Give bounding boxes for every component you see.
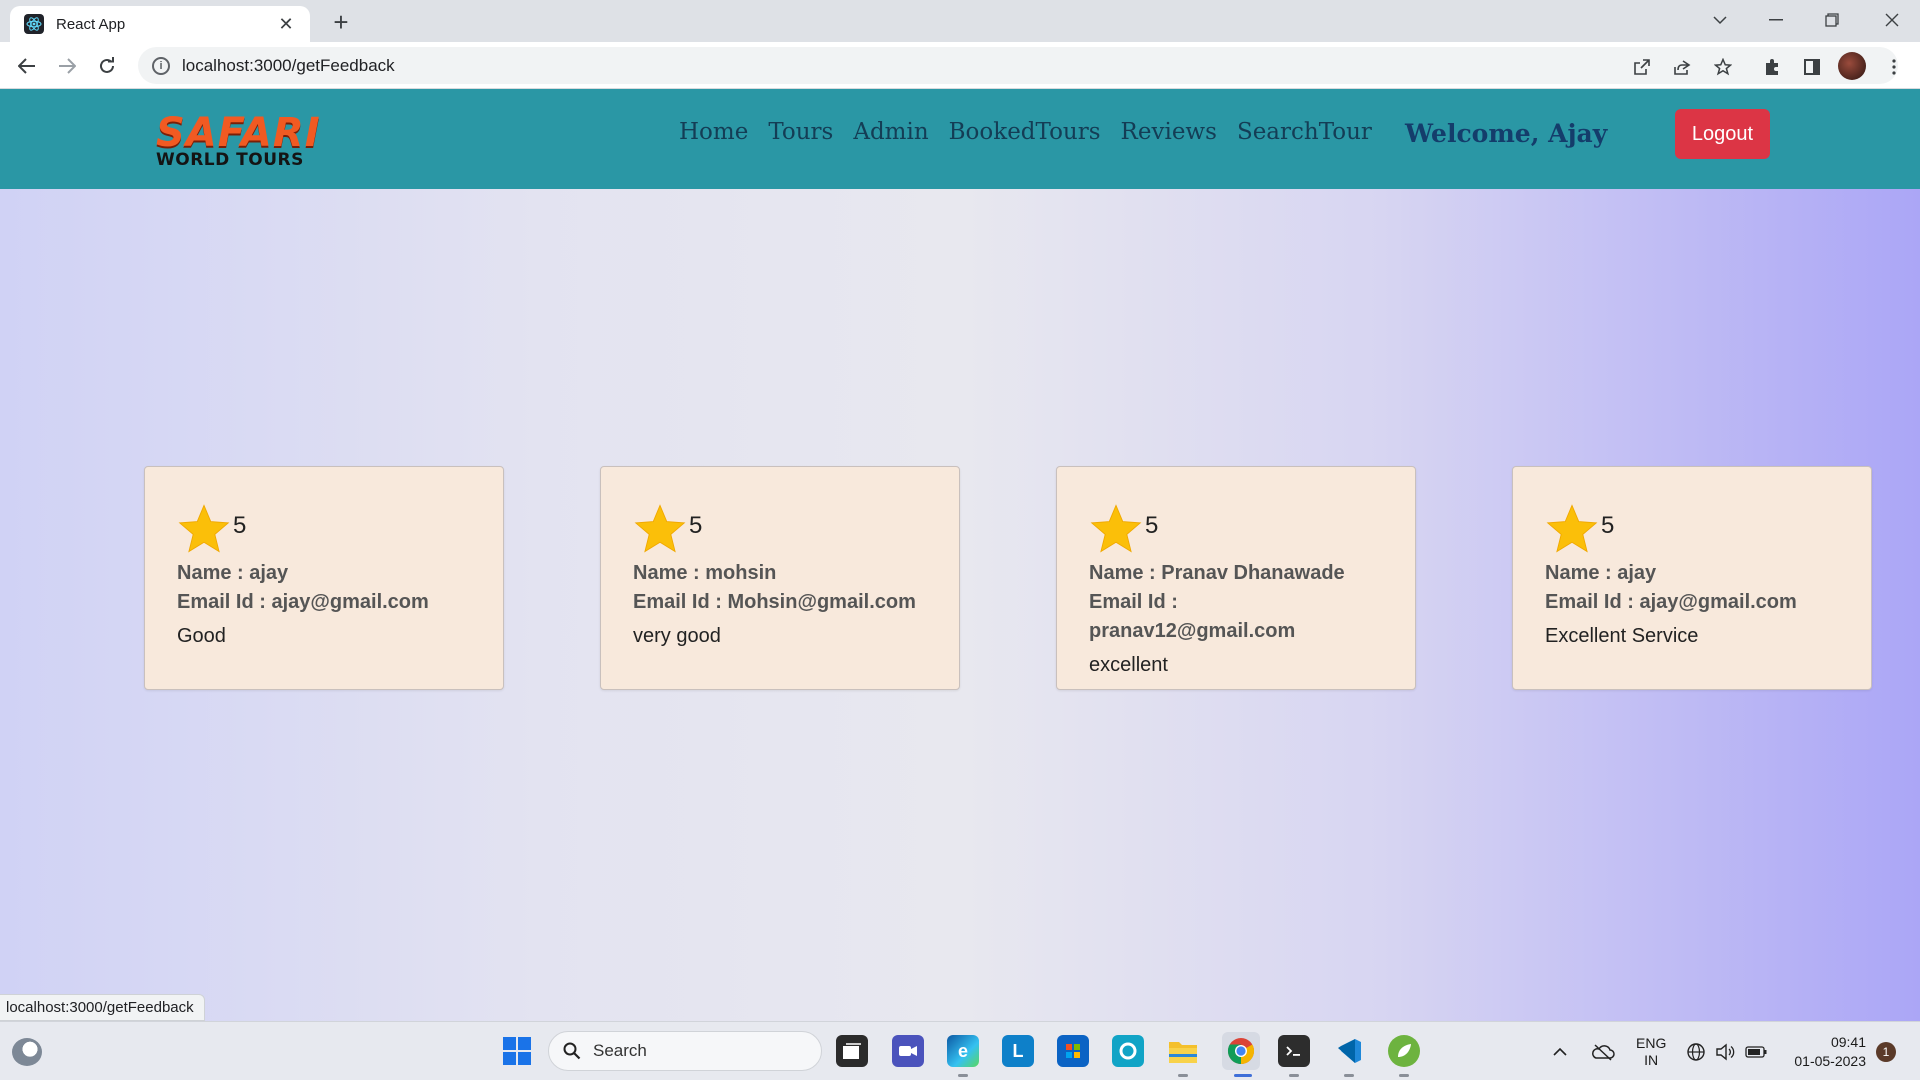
file-explorer-icon[interactable] [1167, 1035, 1199, 1067]
review-comment: Excellent Service [1545, 625, 1699, 647]
star-icon [178, 504, 230, 553]
site-info-icon[interactable]: i [152, 56, 170, 75]
welcome-text: Welcome, Ajay [1405, 119, 1608, 148]
nav-booked-tours[interactable]: BookedTours [949, 119, 1101, 145]
rating-row: 5 [177, 501, 471, 557]
rating-value: 5 [1145, 512, 1159, 539]
share-icon[interactable] [1668, 53, 1696, 81]
reviewer-name: Name : mohsin [633, 562, 777, 584]
battery-icon[interactable] [1745, 1022, 1767, 1080]
reload-icon[interactable] [91, 50, 123, 82]
reviewer-email: Email Id : Mohsin@gmail.com [633, 591, 916, 613]
feedback-page: 5 Name : ajay Email Id : ajay@gmail.com … [0, 189, 1920, 1021]
nav-tours[interactable]: Tours [768, 119, 833, 145]
browser-menu-icon[interactable] [1880, 53, 1908, 81]
minimize-icon[interactable] [1748, 0, 1804, 40]
feedback-card: 5 Name : mohsin Email Id : Mohsin@gmail.… [600, 466, 960, 690]
feedback-card: 5 Name : ajay Email Id : ajay@gmail.com … [1512, 466, 1872, 690]
review-comment: very good [633, 625, 721, 647]
rating-value: 5 [1601, 512, 1615, 539]
rating-row: 5 [1089, 501, 1383, 557]
review-comment: excellent [1089, 654, 1168, 676]
rating-value: 5 [233, 512, 247, 539]
open-in-app-icon[interactable] [1628, 53, 1656, 81]
url-text: localhost:3000/getFeedback [182, 55, 395, 75]
reviewer-name: Name : ajay [177, 562, 289, 584]
tab-title: React App [56, 15, 126, 33]
spring-tool-suite-icon[interactable] [1388, 1035, 1420, 1067]
profile-avatar[interactable] [1838, 52, 1866, 80]
link-status-bubble: localhost:3000/getFeedback [0, 994, 205, 1021]
nav-home[interactable]: Home [679, 119, 748, 145]
reviewer-name: Name : Pranav Dhanawade [1089, 562, 1345, 584]
reviewer-email: Email Id : ajay@gmail.com [1545, 591, 1797, 613]
windows-taskbar: Search e L ENG IN 09:41 01-05-2023 1 [0, 1021, 1920, 1080]
app-l-icon[interactable]: L [1002, 1035, 1034, 1067]
tab-search-chevron-icon[interactable] [1692, 0, 1748, 40]
safari-world-tours-logo[interactable]: SAFARI WORLD TOURS [156, 110, 331, 169]
feedback-card: 5 Name : Pranav Dhanawade Email Id : pra… [1056, 466, 1416, 690]
react-favicon-icon [24, 14, 44, 34]
new-tab-icon[interactable]: + [326, 8, 356, 38]
task-view-icon[interactable] [836, 1035, 868, 1067]
rating-row: 5 [1545, 501, 1839, 557]
rating-value: 5 [689, 512, 703, 539]
bookmark-star-icon[interactable] [1709, 53, 1737, 81]
network-icon[interactable] [1686, 1022, 1706, 1080]
tab-close-icon[interactable]: ✕ [276, 14, 296, 35]
clock[interactable]: 09:41 01-05-2023 [1786, 1022, 1866, 1080]
nav-reviews[interactable]: Reviews [1121, 119, 1217, 145]
star-icon [1546, 504, 1598, 553]
search-label: Search [593, 1041, 647, 1060]
language-indicator[interactable]: ENG IN [1636, 1022, 1666, 1080]
notification-count: 1 [1876, 1041, 1896, 1062]
forward-icon[interactable] [51, 50, 83, 82]
side-panel-icon[interactable] [1798, 53, 1826, 81]
reviewer-name: Name : ajay [1545, 562, 1657, 584]
volume-icon[interactable] [1715, 1022, 1735, 1080]
reviewer-email: Email Id : ajay@gmail.com [177, 591, 429, 613]
feedback-card: 5 Name : ajay Email Id : ajay@gmail.com … [144, 466, 504, 690]
notification-badge[interactable]: 1 [1876, 1022, 1896, 1080]
cortana-icon[interactable] [1112, 1035, 1144, 1067]
windows-start-icon[interactable] [501, 1035, 533, 1067]
logo-title: SAFARI [156, 110, 321, 156]
clock-time: 09:41 [1830, 1033, 1866, 1050]
chrome-icon[interactable] [1222, 1032, 1260, 1070]
nav-links: Home Tours Admin BookedTours Reviews Sea… [679, 119, 1372, 145]
lang-region: IN [1644, 1051, 1659, 1068]
star-icon [634, 504, 686, 553]
close-window-icon[interactable] [1864, 0, 1920, 40]
extensions-icon[interactable] [1758, 53, 1786, 81]
browser-tabstrip: React App ✕ + [0, 0, 1920, 42]
nav-admin[interactable]: Admin [853, 119, 928, 145]
browser-toolbar: i localhost:3000/getFeedback [0, 42, 1920, 89]
rating-row: 5 [633, 501, 927, 557]
vscode-icon[interactable] [1333, 1035, 1365, 1067]
star-icon [1090, 504, 1142, 553]
app-navbar: SAFARI WORLD TOURS Home Tours Admin Book… [0, 89, 1920, 189]
microsoft-store-icon[interactable] [1057, 1035, 1089, 1067]
clock-date: 01-05-2023 [1794, 1052, 1866, 1069]
restore-icon[interactable] [1804, 0, 1860, 40]
tray-overflow-icon[interactable] [1552, 1022, 1568, 1080]
browser-tab[interactable]: React App ✕ [10, 6, 310, 42]
search-icon [563, 1042, 581, 1060]
onedrive-icon[interactable] [1591, 1022, 1615, 1080]
terminal-icon[interactable] [1278, 1035, 1310, 1067]
teams-chat-icon[interactable] [892, 1035, 924, 1067]
nav-search-tour[interactable]: SearchTour [1237, 119, 1372, 145]
reviewer-email: Email Id : pranav12@gmail.com [1089, 591, 1296, 642]
back-icon[interactable] [11, 50, 43, 82]
weather-widget-icon[interactable] [12, 1038, 42, 1066]
taskbar-search-box[interactable]: Search [548, 1031, 822, 1071]
lang-code: ENG [1636, 1034, 1667, 1051]
review-comment: Good [177, 625, 226, 647]
edge-browser-icon[interactable]: e [947, 1035, 979, 1067]
logout-button[interactable]: Logout [1675, 109, 1770, 159]
